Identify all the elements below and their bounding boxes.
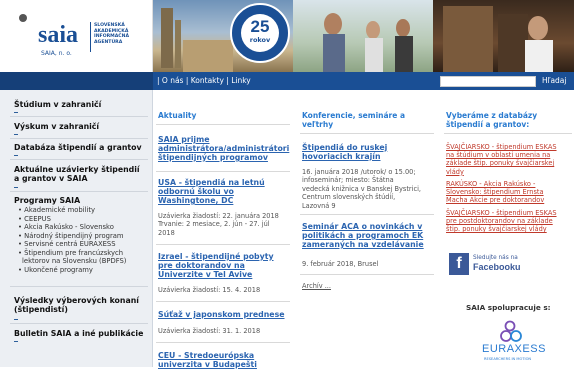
sidebar-item-studium[interactable]: Štúdium v zahraničí bbox=[14, 100, 101, 109]
program-item[interactable]: • Akcia Rakúsko - Slovensko bbox=[18, 223, 114, 231]
program-item[interactable]: • Ukončené programy bbox=[18, 266, 93, 274]
svg-text:saia: saia bbox=[38, 22, 78, 48]
sidebar: Štúdium v zahraničí Výskum v zahraničí D… bbox=[0, 90, 153, 367]
archive-link[interactable]: Archív ... bbox=[302, 282, 331, 290]
news-meta: Uzávierka žiadostí: 22. januára 2018 Trva… bbox=[158, 212, 279, 237]
news-title[interactable]: USA - štipendiá na letnú odbornú školu vo… bbox=[158, 178, 265, 205]
banner-photos: 25 rokov bbox=[153, 0, 574, 72]
database-link[interactable]: ŠVAJČIARSKO - štipendium ESKAS na štúdium… bbox=[446, 143, 572, 176]
anniversary-badge: 25 rokov bbox=[230, 3, 290, 63]
partners-label: SAIA spolupracuje s: bbox=[466, 303, 551, 312]
search-button[interactable]: Hľadaj bbox=[542, 76, 567, 85]
news-heading: Aktuality bbox=[158, 111, 197, 120]
right-heading: Vyberáme z databázy štipendií a grantov: bbox=[446, 111, 538, 129]
sidebar-item-uzavierky[interactable]: Aktuálne uzávierky štipendií a grantov v… bbox=[14, 165, 146, 183]
program-item[interactable]: • Štipendium pre francúzskych bbox=[18, 249, 123, 257]
logo-area[interactable]: saia SLOVENSKÁ AKADEMICKÁ INFORMAČNÁ AGENTÚ… bbox=[0, 0, 153, 72]
logo-tagline: SLOVENSKÁ AKADEMICKÁ INFORMAČNÁ AGENTÚRA bbox=[94, 23, 130, 45]
event-meta: 9. február 2018, Brusel bbox=[302, 260, 379, 268]
event-title[interactable]: Štipendiá do ruskej hovoriacich krajín bbox=[302, 143, 387, 161]
header-banner: saia SLOVENSKÁ AKADEMICKÁ INFORMAČNÁ AGENTÚ… bbox=[0, 0, 574, 72]
news-title[interactable]: CEU - Stredoeurópska univerzita v Budapeš… bbox=[158, 351, 257, 369]
event-title[interactable]: Seminár ACA o novinkách v politikách a pr… bbox=[302, 222, 424, 249]
facebook-button[interactable]: f Sledujte nás na Facebooku bbox=[449, 253, 521, 275]
search-input[interactable] bbox=[440, 76, 536, 87]
euraxess-logo[interactable]: EURAXESS RESEARCHERS IN MOTION bbox=[482, 320, 545, 365]
logo-subtitle: SAIA, n. o. bbox=[41, 50, 72, 57]
events-heading: Konferencie, semináre a veľtrhy bbox=[302, 111, 406, 129]
news-meta: Uzávierka žiadostí: 31. 1. 2018 bbox=[158, 327, 261, 335]
program-item-cont[interactable]: lektorov na Slovensku (BPDFS) bbox=[22, 257, 126, 265]
program-item[interactable]: • Akademické mobility bbox=[18, 206, 95, 214]
news-meta: Uzávierka žiadostí: 15. 4. 2018 bbox=[158, 286, 261, 294]
top-navbar: | O nás | Kontakty | Linky Hľadaj bbox=[0, 72, 574, 90]
nav-links[interactable]: | O nás | Kontakty | Linky bbox=[157, 76, 251, 85]
euraxess-icon bbox=[500, 320, 522, 342]
facebook-icon: f bbox=[449, 253, 469, 275]
photo-library bbox=[433, 0, 574, 72]
event-meta: 16. januára 2018 /utorok/ o 15.00; infose… bbox=[302, 168, 422, 210]
news-title[interactable]: Izrael - štipendijné pobyty pre doktorand… bbox=[158, 252, 274, 279]
sidebar-item-bulletin[interactable]: Bulletin SAIA a iné publikácie bbox=[14, 329, 143, 338]
program-item[interactable]: • Servisné centrá EURAXESS bbox=[18, 240, 116, 248]
sidebar-item-vyskum[interactable]: Výskum v zahraničí bbox=[14, 122, 99, 131]
photo-students bbox=[293, 0, 433, 72]
news-title[interactable]: Súťaž v japonskom prednese bbox=[158, 310, 285, 319]
program-item[interactable]: • CEEPUS bbox=[18, 215, 51, 223]
database-link[interactable]: ŠVAJČIARSKO - štipendium ESKAS pre postdo… bbox=[446, 209, 572, 234]
sidebar-item-programy[interactable]: Programy SAIA bbox=[14, 196, 80, 205]
sidebar-item-vysledky[interactable]: Výsledky výberových konaní (štipendistí) bbox=[14, 296, 146, 314]
news-title[interactable]: SAIA prijme administrátora/administrátori… bbox=[158, 135, 289, 162]
program-item[interactable]: • Národný štipendijný program bbox=[18, 232, 124, 240]
sidebar-item-databaza[interactable]: Databáza štipendií a grantov bbox=[14, 143, 142, 152]
database-link[interactable]: RAKÚSKO - Akcia Rakúsko - Slovensko: štip… bbox=[446, 180, 572, 205]
